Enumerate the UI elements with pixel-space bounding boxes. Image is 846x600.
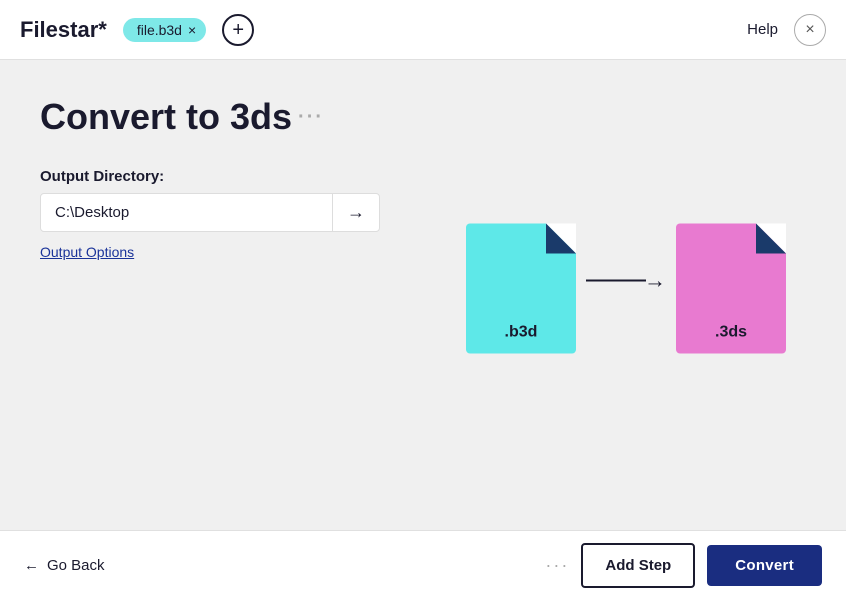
target-file-icon: .3ds	[676, 224, 786, 354]
source-file-body: .b3d	[466, 224, 576, 354]
app-title: Filestar*	[20, 17, 107, 43]
go-back-arrow-icon: ←	[24, 557, 39, 574]
title-dots: ···	[298, 106, 324, 129]
output-directory-section: Output Directory: → Output Options	[40, 168, 380, 260]
footer-right: ··· Add Step Convert	[545, 543, 822, 588]
go-back-button[interactable]: ← Go Back	[24, 557, 105, 574]
arrow-head-icon: →	[644, 270, 666, 292]
directory-input[interactable]	[41, 194, 332, 231]
arrow-connector: →	[586, 270, 666, 292]
arrow-line	[586, 280, 646, 282]
source-file-icon: .b3d	[466, 224, 576, 354]
header-left: Filestar* file.b3d × +	[20, 14, 254, 46]
directory-input-row: →	[40, 193, 380, 232]
file-tag: file.b3d ×	[123, 18, 206, 42]
add-file-button[interactable]: +	[222, 14, 254, 46]
output-directory-label: Output Directory:	[40, 168, 380, 185]
footer: ← Go Back ··· Add Step Convert	[0, 530, 846, 600]
go-back-label: Go Back	[47, 557, 105, 574]
help-link[interactable]: Help	[747, 21, 778, 38]
file-tag-label: file.b3d	[137, 22, 182, 38]
output-options-link[interactable]: Output Options	[40, 244, 380, 260]
page-title: Convert to 3ds ···	[40, 96, 806, 138]
directory-browse-button[interactable]: →	[332, 194, 379, 231]
source-file-label: .b3d	[505, 324, 538, 342]
arrow-right-icon: →	[347, 202, 365, 223]
header-right: Help ×	[747, 14, 826, 46]
main-content: Convert to 3ds ··· Output Directory: → O…	[0, 60, 846, 530]
target-file-body: .3ds	[676, 224, 786, 354]
close-button[interactable]: ×	[794, 14, 826, 46]
more-options-button[interactable]: ···	[545, 555, 569, 576]
add-step-button[interactable]: Add Step	[581, 543, 695, 588]
convert-button[interactable]: Convert	[707, 545, 822, 586]
target-file-label: .3ds	[715, 324, 747, 342]
file-tag-close-button[interactable]: ×	[188, 23, 196, 37]
header: Filestar* file.b3d × + Help ×	[0, 0, 846, 60]
conversion-illustration: .b3d → .3ds	[466, 224, 786, 354]
